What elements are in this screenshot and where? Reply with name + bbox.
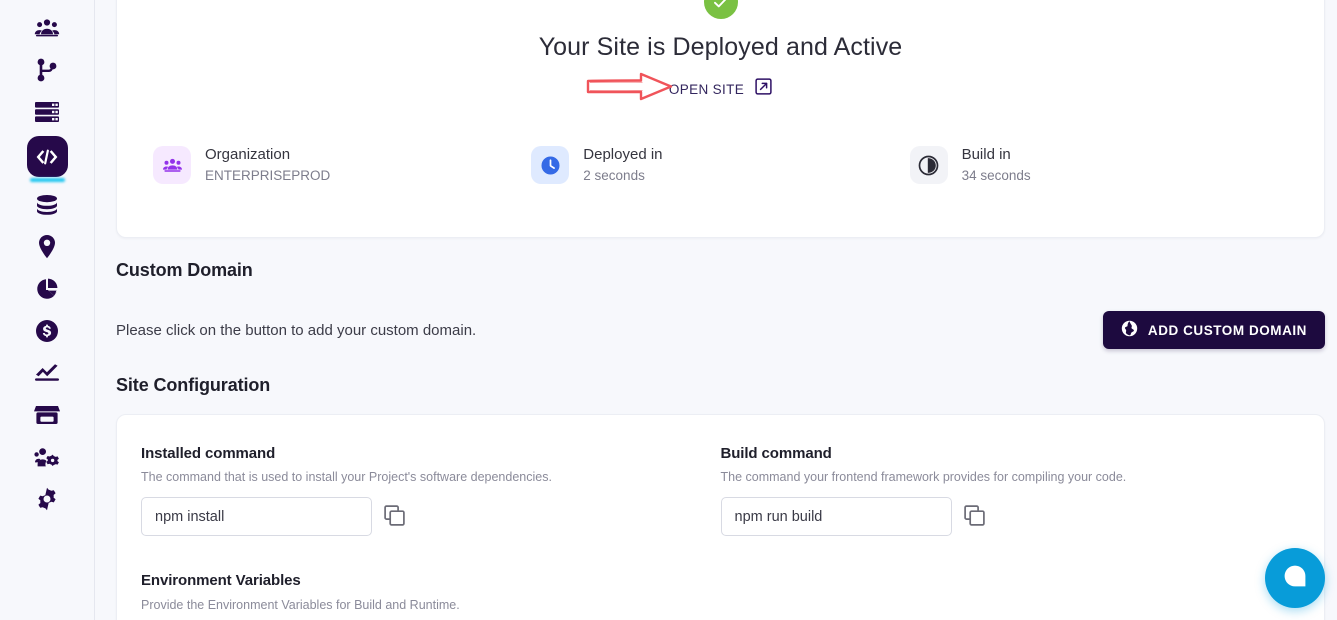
custom-domain-heading: Custom Domain <box>116 260 1325 281</box>
add-custom-domain-button[interactable]: ADD CUSTOM DOMAIN <box>1103 311 1325 349</box>
installed-command-description: The command that is used to install your… <box>141 470 697 484</box>
red-arrow-annotation <box>585 71 675 108</box>
stat-label: Deployed in <box>583 145 662 164</box>
site-configuration-card: Installed command The command that is us… <box>116 414 1325 620</box>
server-stack-icon <box>34 101 60 123</box>
open-site-row: OPEN SITE <box>147 78 1294 100</box>
half-clock-icon <box>910 146 948 184</box>
git-branch-icon <box>35 57 59 83</box>
installed-command-label: Installed command <box>141 445 697 462</box>
site-configuration-heading: Site Configuration <box>116 375 1325 396</box>
sidebar-item-code[interactable] <box>27 136 68 177</box>
sidebar-item-location[interactable] <box>25 229 69 265</box>
copy-installed-command-button[interactable] <box>384 505 405 529</box>
database-icon <box>35 194 59 216</box>
users-group-icon <box>153 146 191 184</box>
stat-organization: Organization ENTERPRISEPROD <box>153 145 531 185</box>
build-command-description: The command your frontend framework prov… <box>721 470 1277 484</box>
config-fields-grid: Installed command The command that is us… <box>141 445 1300 536</box>
sidebar-item-branches[interactable] <box>25 52 69 88</box>
stat-deployed-in: Deployed in 2 seconds <box>531 145 909 185</box>
custom-domain-description: Please click on the button to add your c… <box>116 322 476 339</box>
sidebar-item-billing[interactable] <box>25 313 69 349</box>
sidebar-item-settings[interactable] <box>25 481 69 517</box>
open-site-link[interactable]: OPEN SITE <box>669 78 772 100</box>
storefront-icon <box>34 404 60 426</box>
app-root: Your Site is Deployed and Active OPEN SI… <box>0 0 1337 620</box>
environment-variables-description: Provide the Environment Variables for Bu… <box>141 598 1300 612</box>
sidebar-item-trends[interactable] <box>25 355 69 391</box>
dollar-circle-icon <box>35 319 59 343</box>
clock-icon <box>531 146 569 184</box>
users-gear-icon <box>34 446 60 468</box>
sidebar-item-marketplace[interactable] <box>25 397 69 433</box>
sidebar-item-team-settings[interactable] <box>25 439 69 475</box>
copy-build-command-button[interactable] <box>964 505 985 529</box>
build-command-input[interactable] <box>721 497 952 536</box>
environment-variables-label: Environment Variables <box>141 572 1300 589</box>
map-pin-icon <box>37 234 57 260</box>
chat-widget-button[interactable] <box>1265 548 1325 608</box>
users-group-icon <box>34 15 60 41</box>
pie-chart-icon <box>35 277 59 301</box>
deployment-status-card: Your Site is Deployed and Active OPEN SI… <box>116 0 1325 238</box>
chat-bubble-icon <box>1282 563 1308 594</box>
stat-value: ENTERPRISEPROD <box>205 166 330 185</box>
stat-value: 34 seconds <box>962 166 1031 185</box>
installed-command-field: Installed command The command that is us… <box>141 445 721 536</box>
build-command-input-row <box>721 497 1277 536</box>
installed-command-input[interactable] <box>141 497 372 536</box>
sidebar-item-servers[interactable] <box>25 94 69 130</box>
globe-icon <box>1121 320 1138 340</box>
stat-label: Build in <box>962 145 1031 164</box>
open-site-label: OPEN SITE <box>669 82 744 97</box>
stat-build-in: Build in 34 seconds <box>910 145 1288 185</box>
gear-icon <box>35 487 59 511</box>
sidebar <box>0 0 95 620</box>
add-custom-domain-label: ADD CUSTOM DOMAIN <box>1148 323 1307 338</box>
external-link-icon <box>755 78 772 100</box>
custom-domain-row: Please click on the button to add your c… <box>116 308 1325 352</box>
deployment-stats: Organization ENTERPRISEPROD Deployed in … <box>153 145 1288 185</box>
main-content: Your Site is Deployed and Active OPEN SI… <box>95 0 1337 620</box>
sidebar-item-analytics[interactable] <box>25 271 69 307</box>
stat-value: 2 seconds <box>583 166 662 185</box>
copy-icon <box>384 505 405 529</box>
copy-icon <box>964 505 985 529</box>
sidebar-item-users[interactable] <box>25 10 69 46</box>
line-chart-icon <box>34 363 60 383</box>
stat-label: Organization <box>205 145 330 164</box>
code-brackets-icon <box>35 147 59 167</box>
build-command-field: Build command The command your frontend … <box>721 445 1301 536</box>
build-command-label: Build command <box>721 445 1277 462</box>
environment-variables-section: Environment Variables Provide the Enviro… <box>141 572 1300 612</box>
installed-command-input-row <box>141 497 697 536</box>
sidebar-item-database[interactable] <box>25 187 69 223</box>
